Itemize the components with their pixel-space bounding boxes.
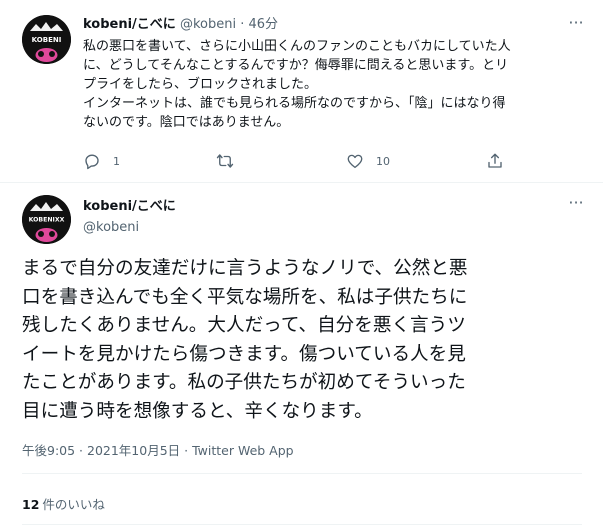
share-button[interactable] (486, 149, 504, 173)
tweet-1[interactable]: KOBENI kobeni/こべに @kobeni · 46分 ··· 私の悪口… (0, 0, 603, 183)
tweet-meta[interactable]: 午後9:05 · 2021年10月5日 · Twitter Web App (22, 442, 294, 460)
more-icon[interactable]: ··· (565, 195, 587, 215)
handle[interactable]: @kobeni (180, 17, 236, 32)
display-name[interactable]: kobeni/こべに (83, 17, 176, 32)
divider (22, 524, 582, 525)
reply-icon (85, 154, 99, 170)
tweet-actions: 1 10 (83, 149, 513, 173)
handle[interactable]: @kobeni (83, 219, 139, 237)
more-icon[interactable]: ··· (565, 15, 587, 35)
avatar[interactable]: KOBENIXX (22, 195, 71, 244)
like-button[interactable]: 10 (346, 149, 390, 173)
separator: · (240, 17, 245, 32)
retweet-button[interactable] (216, 149, 234, 173)
avatar[interactable]: KOBENI (22, 15, 71, 64)
tweet-2: KOBENIXX kobeni/こべに @kobeni ··· まるで自分の友達… (0, 183, 603, 532)
avatar-image: KOBENIXX (22, 195, 71, 244)
reply-count: 1 (113, 154, 120, 168)
avatar-image: KOBENI (22, 15, 71, 64)
share-icon (488, 153, 502, 168)
tweet-text: 私の悪口を書いて、さらに小山田くんのファンのこともバカにしていた人 に、どうして… (83, 39, 511, 130)
like-count: 10 (376, 154, 390, 168)
tweet-header: kobeni/こべに @kobeni · 46分 (83, 16, 278, 34)
likes-link[interactable]: 12 件のいいね (22, 496, 105, 514)
retweet-icon (216, 154, 234, 168)
likes-label: 件のいいね (42, 497, 105, 512)
heart-icon (347, 154, 363, 169)
tweet-text: まるで自分の友達だけに言うようなノリで、公然と悪 口を書き込んでも全く平気な場所… (22, 258, 468, 422)
avatar-text: KOBENIXX (29, 217, 65, 224)
likes-count: 12 (22, 497, 40, 512)
avatar-text: KOBENI (32, 36, 62, 44)
divider (22, 473, 582, 474)
timestamp[interactable]: 46分 (249, 17, 279, 32)
display-name[interactable]: kobeni/こべに (83, 198, 176, 216)
reply-button[interactable]: 1 (83, 149, 120, 173)
